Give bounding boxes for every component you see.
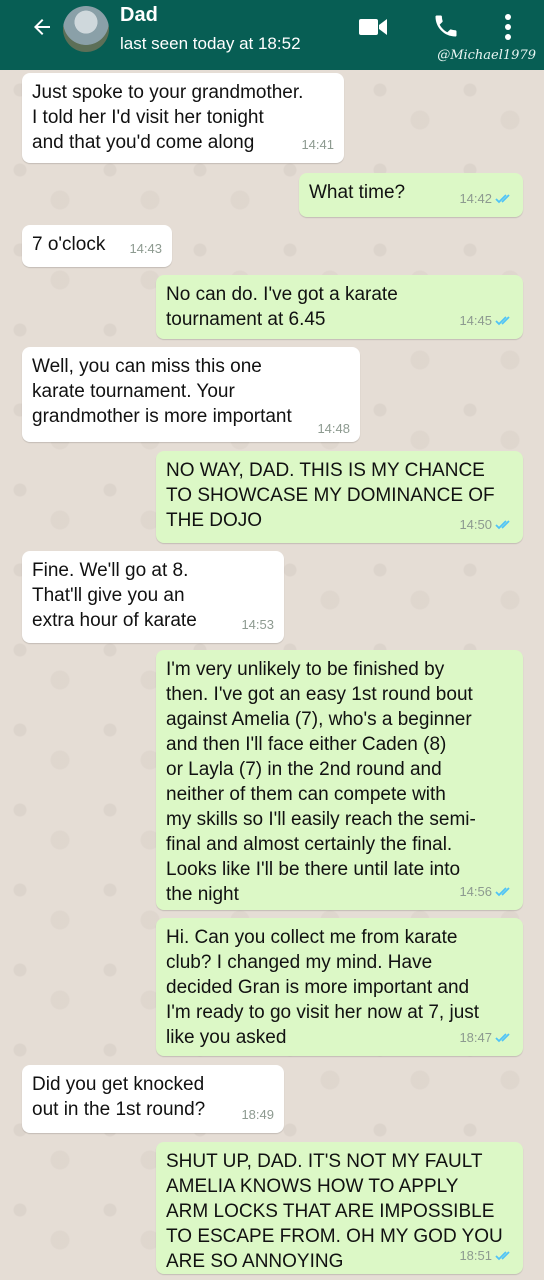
message-bubble-incoming[interactable]: Fine. We'll go at 8. That'll give you an… bbox=[22, 551, 284, 643]
message-meta: 14:50 bbox=[459, 512, 513, 537]
message-time: 14:43 bbox=[129, 241, 162, 256]
message-text: Just spoke to your grandmother. I told h… bbox=[32, 82, 304, 153]
message-bubble-outgoing[interactable]: Hi. Can you collect me from karate club?… bbox=[156, 918, 523, 1056]
message-time: 14:50 bbox=[459, 517, 492, 532]
message-bubble-incoming[interactable]: Just spoke to your grandmother. I told h… bbox=[22, 73, 344, 163]
message-time: 14:48 bbox=[317, 421, 350, 436]
message-text: Well, you can miss this one karate tourn… bbox=[32, 356, 292, 427]
message-text: Fine. We'll go at 8. That'll give you an… bbox=[32, 560, 197, 631]
message-bubble-incoming[interactable]: Well, you can miss this one karate tourn… bbox=[22, 347, 360, 442]
video-call-icon[interactable] bbox=[358, 16, 388, 38]
read-receipt-icon bbox=[495, 520, 510, 530]
contact-name[interactable]: Dad bbox=[120, 4, 158, 27]
message-meta: 14:48 bbox=[317, 416, 350, 441]
message-bubble-incoming[interactable]: Did you get knocked out in the 1st round… bbox=[22, 1065, 284, 1133]
message-bubble-outgoing[interactable]: What time? 14:42 bbox=[299, 173, 523, 217]
message-text: I'm very unlikely to be finished by then… bbox=[166, 659, 476, 905]
watermark: @Michael1979 bbox=[437, 48, 536, 63]
chat-header: Dad last seen today at 18:52 @Michael197… bbox=[0, 0, 544, 70]
message-time: 14:42 bbox=[459, 191, 492, 206]
message-list[interactable]: Just spoke to your grandmother. I told h… bbox=[0, 70, 544, 1280]
message-meta: 18:51 bbox=[459, 1243, 513, 1268]
message-bubble-outgoing[interactable]: SHUT UP, DAD. IT'S NOT MY FAULT AMELIA K… bbox=[156, 1142, 523, 1274]
message-meta: 18:47 bbox=[459, 1025, 513, 1050]
message-meta: 18:49 bbox=[241, 1102, 274, 1127]
avatar[interactable] bbox=[63, 6, 109, 52]
message-text: Did you get knocked out in the 1st round… bbox=[32, 1074, 206, 1120]
message-meta: 14:53 bbox=[241, 612, 274, 637]
read-receipt-icon bbox=[495, 316, 510, 326]
message-meta: 14:43 bbox=[129, 236, 162, 261]
read-receipt-icon bbox=[495, 887, 510, 897]
phone-icon[interactable] bbox=[432, 12, 460, 40]
message-bubble-incoming[interactable]: 7 o'clock 14:43 bbox=[22, 225, 172, 267]
read-receipt-icon bbox=[495, 1033, 510, 1043]
message-time: 18:47 bbox=[459, 1030, 492, 1045]
message-time: 18:51 bbox=[459, 1248, 492, 1263]
message-meta: 14:56 bbox=[459, 879, 513, 904]
message-time: 14:56 bbox=[459, 884, 492, 899]
message-bubble-outgoing[interactable]: NO WAY, DAD. THIS IS MY CHANCE TO SHOWCA… bbox=[156, 451, 523, 543]
read-receipt-icon bbox=[495, 194, 510, 204]
message-time: 14:41 bbox=[301, 137, 334, 152]
last-seen-status: last seen today at 18:52 bbox=[120, 34, 301, 53]
message-time: 18:49 bbox=[241, 1107, 274, 1122]
message-bubble-outgoing[interactable]: I'm very unlikely to be finished by then… bbox=[156, 650, 523, 910]
read-receipt-icon bbox=[495, 1251, 510, 1261]
message-meta: 14:41 bbox=[301, 132, 334, 157]
back-arrow-icon[interactable] bbox=[30, 15, 54, 39]
message-meta: 14:42 bbox=[459, 186, 513, 211]
message-bubble-outgoing[interactable]: No can do. I've got a karate tournament … bbox=[156, 275, 523, 339]
message-time: 14:45 bbox=[459, 313, 492, 328]
more-options-icon[interactable] bbox=[502, 12, 514, 42]
message-meta: 14:45 bbox=[459, 308, 513, 333]
message-time: 14:53 bbox=[241, 617, 274, 632]
